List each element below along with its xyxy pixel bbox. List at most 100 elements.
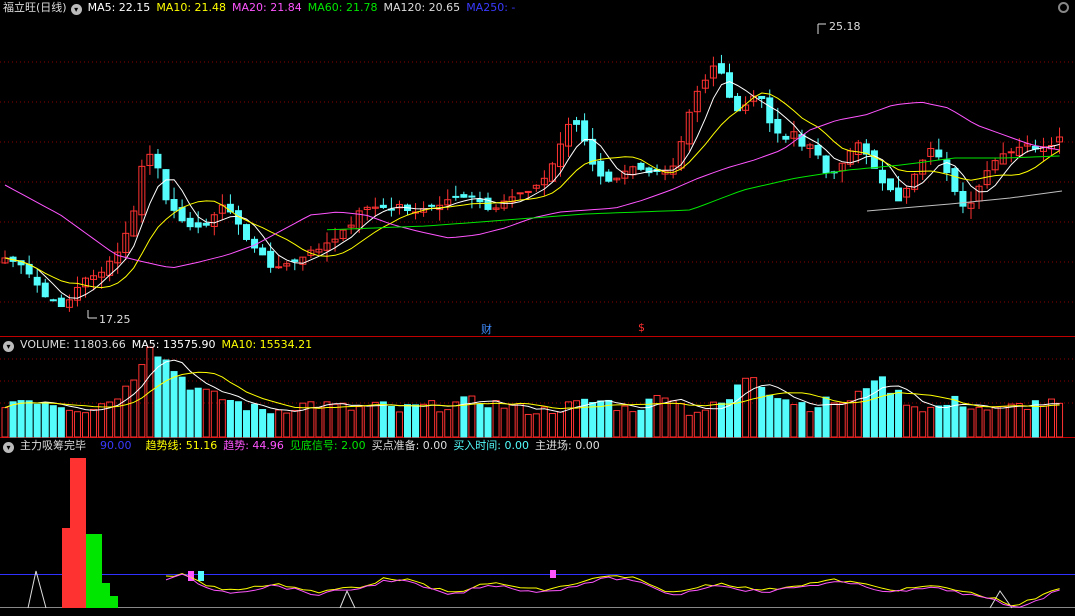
volume-ma10-label: MA10: 15534.21 [221, 338, 313, 351]
candle-body [822, 155, 830, 174]
volume-bar [999, 405, 1007, 438]
volume-bar [1023, 408, 1031, 438]
volume-bar [750, 377, 758, 438]
candle-body [259, 247, 267, 256]
price-header: 福立旺(日线) ▾ MA5: 22.15 MA10: 21.48 MA20: 21.84… [0, 0, 521, 16]
candle-body [798, 134, 806, 147]
volume-bar [919, 411, 927, 438]
volume-bar [887, 392, 894, 438]
volume-bar [524, 413, 532, 438]
volume-bar [234, 401, 242, 438]
volume-bar [645, 398, 653, 438]
ma250-label: MA250: - [466, 1, 516, 14]
candle-body [33, 276, 41, 286]
volume-bar [412, 404, 420, 438]
candle-body [951, 168, 959, 192]
bottom-signal-label: 见底信号: 2.00 [289, 439, 366, 452]
volume-bar [709, 401, 717, 438]
candle-body [291, 259, 299, 262]
indicator-pane[interactable]: ▾ 主力吸筹完毕 90.00 趋势线: 51.16 趋势: 44.96 见底信号: 2.0… [0, 438, 1075, 616]
volume-bar [927, 406, 935, 438]
bottom-signal-spike [339, 589, 356, 609]
volume-bar [774, 398, 782, 438]
candle-body [428, 204, 436, 207]
candle-body [573, 120, 581, 125]
trend-line-label: 趋势线: 51.16 [145, 439, 218, 452]
candle-body [49, 299, 57, 302]
green-column [86, 534, 94, 608]
volume-dropdown-icon[interactable]: ▾ [3, 341, 14, 352]
indicator-name: 主力吸筹完毕 [20, 439, 86, 452]
volume-bar [82, 412, 89, 438]
volume-bar [766, 394, 774, 438]
volume-bar [363, 405, 371, 438]
dropdown-icon[interactable]: ▾ [70, 4, 82, 15]
volume-bar [629, 411, 637, 438]
price-pane[interactable]: 福立旺(日线) ▾ MA5: 22.15 MA10: 21.48 MA20: 21.84… [0, 0, 1075, 337]
volume-bar [387, 405, 395, 438]
volume-bar [259, 409, 267, 438]
volume-bar [685, 414, 693, 438]
candle-body [41, 282, 49, 298]
green-column [102, 583, 110, 608]
volume-bar [251, 403, 259, 438]
signal-marker [550, 570, 556, 578]
volume-bar [162, 359, 170, 438]
volume-bar [911, 406, 919, 438]
volume-bar [315, 406, 323, 438]
finance-marker[interactable]: 财 [481, 321, 492, 337]
volume-bar [701, 409, 709, 438]
price-chart [0, 23, 1075, 337]
volume-bar [532, 413, 540, 438]
candle-body [734, 95, 742, 112]
volume-bar [90, 408, 98, 438]
candle-body [468, 195, 476, 198]
volume-bar [226, 399, 234, 438]
volume-bar [975, 406, 983, 438]
volume-bar [508, 404, 516, 438]
buy-prepare-label: 买点准备: 0.00 [371, 439, 448, 452]
volume-bar [186, 389, 194, 438]
green-column [94, 534, 102, 608]
volume-ma5-label: MA5: 13575.90 [131, 338, 216, 351]
volume-bar [693, 411, 701, 438]
volume-bar [484, 407, 492, 438]
indicator-dropdown-icon[interactable]: ▾ [3, 442, 14, 453]
volume-bar [379, 401, 387, 438]
volume-pane[interactable]: ▾ VOLUME: 11803.66 MA5: 13575.90 MA10: 1553… [0, 337, 1075, 438]
volume-bar [291, 409, 299, 438]
volume-bar [275, 409, 283, 438]
volume-bar [347, 409, 355, 438]
volume-bar [653, 394, 661, 438]
price-low-pointer [87, 310, 97, 319]
volume-bar [17, 400, 25, 438]
trend-curve [165, 573, 1060, 608]
trend-label: 趋势: 44.96 [223, 439, 284, 452]
ma5-label: MA5: 22.15 [87, 1, 151, 14]
ma60-label: MA60: 21.78 [307, 1, 378, 14]
candle-body [895, 187, 903, 202]
volume-bar [452, 401, 460, 438]
candle-body [870, 150, 878, 169]
volume-bar [202, 388, 210, 438]
volume-bar [814, 407, 822, 438]
volume-bar [556, 411, 564, 438]
volume-bar [178, 376, 186, 438]
volume-bar [210, 390, 218, 438]
dividend-marker[interactable]: $ [638, 321, 645, 334]
candle-body [243, 224, 250, 240]
volume-bar [758, 386, 766, 438]
volume-bar [170, 371, 178, 438]
ma120-label: MA120: 20.65 [383, 1, 461, 14]
candle-body [766, 97, 774, 124]
volume-bar [460, 396, 468, 438]
candle-body [943, 159, 951, 173]
candle-body [935, 149, 943, 158]
volume-bar [243, 410, 250, 438]
volume-bar [669, 400, 677, 438]
volume-bar [1039, 405, 1047, 438]
volume-bar [114, 398, 122, 438]
volume-bar [540, 406, 548, 438]
volume-bar [122, 385, 130, 438]
volume-bar [790, 404, 798, 438]
